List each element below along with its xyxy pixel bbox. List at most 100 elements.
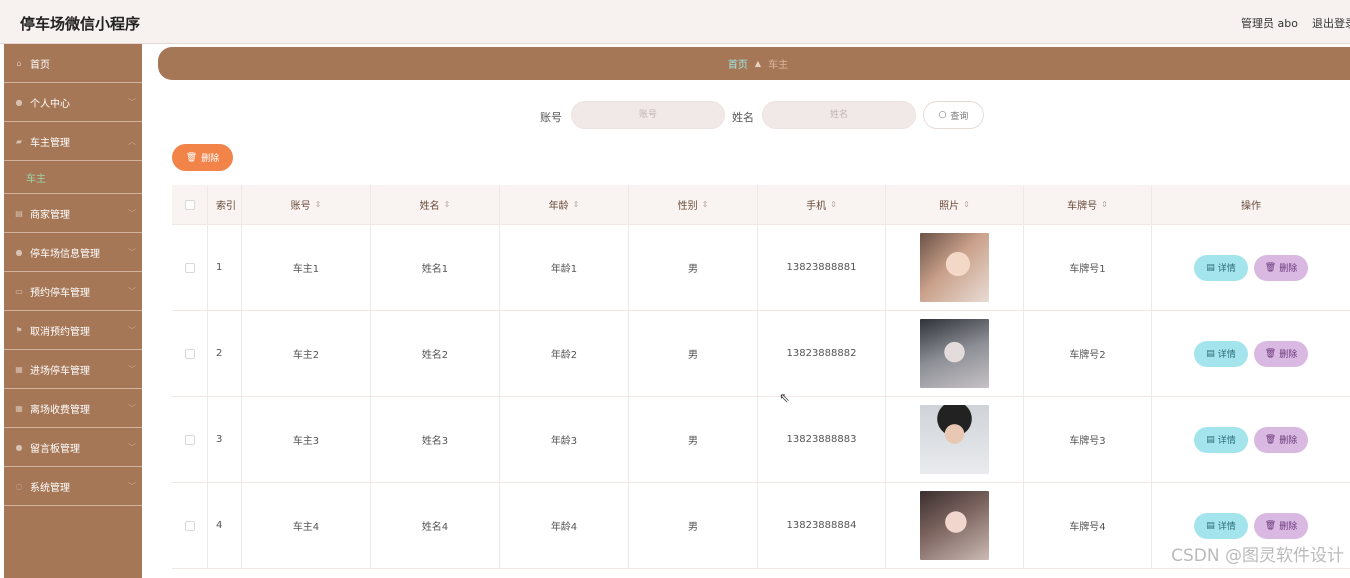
owner-photo[interactable] [920,405,989,474]
trash-icon: 🗑 [1264,348,1277,359]
cell-age: 年龄1 [500,225,629,310]
header-plate[interactable]: 车牌号 [1024,185,1152,224]
header-action: 操作 [1241,201,1261,212]
row-checkbox[interactable] [184,434,195,445]
document-icon: ▤ [1206,262,1215,273]
breadcrumb-separator-icon: ▲ [754,59,762,68]
table-row: 3 车主3 姓名3 年龄3 男 13823888883 车牌号3 ▤ 详情 🗑 删除 [172,397,1350,483]
app-title: 停车场微信小程序 [20,15,141,33]
cell-gender: 男 [629,225,758,310]
delete-button[interactable]: 🗑 删除 [1254,254,1308,281]
sidebar-item-label: 商家管理 [30,209,70,221]
user-icon: ● [15,97,23,107]
account-search-input[interactable] [571,101,725,129]
delete-button-label: 删除 [201,154,220,164]
detail-button[interactable]: ▤ 详情 [1194,426,1248,453]
sidebar-item-merchant-management[interactable]: ▤ 商家管理 ﹀ [4,194,142,233]
detail-button[interactable]: ▤ 详情 [1194,512,1248,539]
sidebar-item-exit-fee[interactable]: ▦ 离场收费管理 ﹀ [4,389,142,428]
query-button[interactable]: ○ 查询 [923,101,984,129]
document-icon: ▤ [1206,348,1215,359]
sidebar-item-parking-info[interactable]: ● 停车场信息管理 ﹀ [4,233,142,272]
owner-photo[interactable] [920,233,989,302]
detail-button[interactable]: ▤ 详情 [1194,340,1248,367]
trash-icon: 🗑 [1264,262,1277,273]
batch-delete-button[interactable]: 🗑 删除 [172,144,233,171]
admin-label: 管理员 abo [1241,17,1298,30]
cell-plate: 车牌号3 [1024,397,1152,482]
home-icon: ⌂ [16,58,22,68]
row-checkbox[interactable] [184,520,195,531]
breadcrumb-current: 车主 [768,60,789,71]
trash-icon: 🗑 [1264,520,1277,531]
table-row: 1 车主1 姓名1 年龄1 男 13823888881 车牌号1 ▤ 详情 🗑 删除 [172,225,1350,311]
sidebar-item-profile[interactable]: ● 个人中心 ﹀ [4,83,142,122]
name-search-input[interactable] [762,101,916,129]
logout-link[interactable]: 退出登录 [1312,15,1350,31]
delete-button[interactable]: 🗑 删除 [1254,426,1308,453]
chevron-down-icon: ﹀ [128,443,136,452]
cell-plate: 车牌号2 [1024,311,1152,396]
cell-plate: 车牌号1 [1024,225,1152,310]
sidebar-item-label: 车主管理 [30,137,70,149]
table-header-row: 索引 账号 姓名 年龄 性别 手机 照片 车牌号 操作 [172,185,1350,225]
car-icon: ▰ [15,136,23,146]
cell-gender: 男 [629,483,758,568]
chevron-down-icon: ﹀ [128,248,136,257]
sidebar-item-cancel-reservation[interactable]: ⚑ 取消预约管理 ﹀ [4,311,142,350]
sidebar-item-home[interactable]: ⌂ 首页 [4,44,142,83]
header-name[interactable]: 姓名 [371,185,500,224]
flag-icon: ⚑ [15,325,23,335]
name-label: 姓名 [732,111,754,124]
header-account[interactable]: 账号 [242,185,371,224]
cell-name: 姓名3 [371,397,500,482]
cell-age: 年龄2 [500,311,629,396]
shop-icon: ▤ [15,208,23,218]
header-photo[interactable]: 照片 [886,185,1024,224]
detail-button[interactable]: ▤ 详情 [1194,254,1248,281]
sidebar-subitem-owner[interactable]: 车主 [4,161,142,194]
row-checkbox[interactable] [184,262,195,273]
breadcrumb-home[interactable]: 首页 [728,56,748,71]
sidebar-item-message-board[interactable]: ● 留言板管理 ﹀ [4,428,142,467]
account-label: 账号 [540,111,562,124]
delete-button[interactable]: 🗑 删除 [1254,512,1308,539]
chevron-up-icon: ︿ [128,137,136,146]
sidebar-item-system[interactable]: ◌ 系统管理 ﹀ [4,467,142,506]
cell-account: 车主4 [242,483,371,568]
cell-index: 3 [208,397,242,482]
sidebar-item-label: 系统管理 [30,482,70,494]
select-all-checkbox[interactable] [184,199,195,210]
cell-account: 车主1 [242,225,371,310]
cell-name: 姓名1 [371,225,500,310]
sidebar-item-entry-parking[interactable]: ▦ 进场停车管理 ﹀ [4,350,142,389]
header-gender[interactable]: 性别 [629,185,758,224]
cell-phone: 13823888882 [758,311,886,396]
header-age[interactable]: 年龄 [500,185,629,224]
chevron-down-icon: ﹀ [128,209,136,218]
cell-phone: 13823888881 [758,225,886,310]
settings-icon: ◌ [15,481,23,491]
sidebar: ⌂ 首页 ● 个人中心 ﹀ ▰ 车主管理 ︿ 车主 ▤ 商家管理 ﹀ ● 停车场… [4,44,142,578]
sidebar-item-owner-management[interactable]: ▰ 车主管理 ︿ [4,122,142,161]
main-panel: 账号 姓名 ○ 查询 🗑 删除 索引 账号 姓名 年龄 性别 手机 照片 车牌号… [158,88,1350,578]
owner-photo[interactable] [920,319,989,388]
cell-gender: 男 [629,311,758,396]
mouse-cursor-icon: ⇖ [779,391,790,406]
cell-index: 1 [208,225,242,310]
top-bar: 停车场微信小程序 管理员 abo 退出登录 [0,0,1350,44]
cell-plate: 车牌号4 [1024,483,1152,568]
table-row: 2 车主2 姓名2 年龄2 男 13823888882 车牌号2 ▤ 详情 🗑 删除 [172,311,1350,397]
header-phone[interactable]: 手机 [758,185,886,224]
sidebar-item-label: 离场收费管理 [30,404,90,416]
sidebar-item-reservation[interactable]: ▭ 预约停车管理 ﹀ [4,272,142,311]
document-icon: ▤ [1206,434,1215,445]
row-checkbox[interactable] [184,348,195,359]
cell-phone: 13823888884 [758,483,886,568]
watermark: CSDN @图灵软件设计 [1171,546,1344,566]
building-icon: ▦ [15,364,23,374]
owner-photo[interactable] [920,491,989,560]
cell-name: 姓名2 [371,311,500,396]
delete-button[interactable]: 🗑 删除 [1254,340,1308,367]
owner-table: 索引 账号 姓名 年龄 性别 手机 照片 车牌号 操作 1 车主1 姓名1 年龄… [172,185,1350,569]
